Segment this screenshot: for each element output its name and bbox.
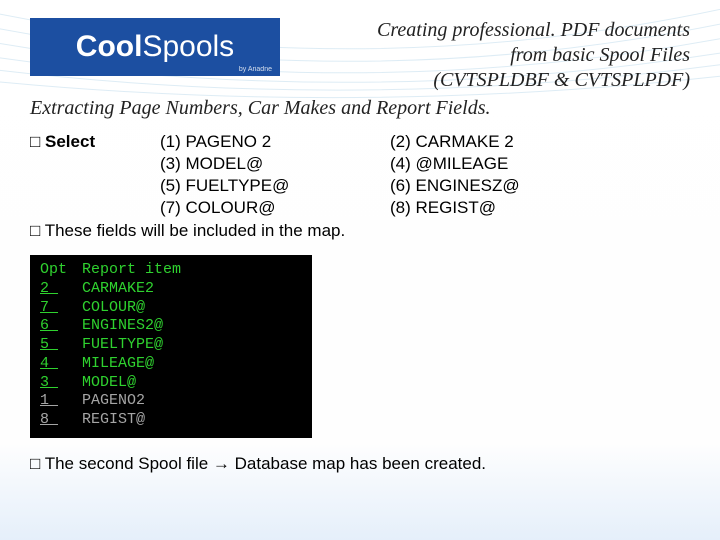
field-3: (3) MODEL@ — [160, 154, 390, 174]
bullet-icon: □ — [30, 454, 40, 473]
fields-note: These fields will be included in the map… — [45, 221, 346, 240]
terminal-opt: 5 — [40, 336, 82, 355]
footer-line: □ The second Spool file → Database map h… — [30, 454, 690, 474]
terminal-row: 1 PAGENO2 — [40, 392, 302, 411]
terminal-header: OptReport item — [40, 261, 302, 280]
terminal-item: COLOUR@ — [82, 299, 145, 318]
field-5: (5) FUELTYPE@ — [160, 176, 390, 196]
logo-byline: by Ariadne — [239, 66, 272, 73]
logo: CoolSpools by Ariadne — [30, 18, 280, 76]
terminal-opt: 2 — [40, 280, 82, 299]
arrow-icon: → — [213, 454, 230, 473]
slide: CoolSpools by Ariadne Creating professio… — [0, 0, 720, 540]
terminal-item: MODEL@ — [82, 374, 136, 393]
terminal-row: 2 CARMAKE2 — [40, 280, 302, 299]
bullet-icon: □ — [30, 132, 40, 151]
terminal-opt: 6 — [40, 317, 82, 336]
terminal-opt: 3 — [40, 374, 82, 393]
terminal-row: 4 MILEAGE@ — [40, 355, 302, 374]
terminal-opt: 8 — [40, 411, 82, 430]
terminal-screenshot: OptReport item 2 CARMAKE27 COLOUR@6 ENGI… — [30, 255, 312, 438]
terminal-item: PAGENO2 — [82, 392, 145, 411]
terminal-row: 5 FUELTYPE@ — [40, 336, 302, 355]
terminal-row: 3 MODEL@ — [40, 374, 302, 393]
field-7: (7) COLOUR@ — [160, 198, 390, 218]
terminal-item: REGIST@ — [82, 411, 145, 430]
subtitle: Extracting Page Numbers, Car Makes and R… — [30, 97, 690, 120]
footer-pre: The second Spool file — [45, 454, 213, 473]
terminal-opt: 1 — [40, 392, 82, 411]
logo-brand-b: Spools — [142, 30, 234, 63]
terminal-row: 7 COLOUR@ — [40, 299, 302, 318]
terminal-opt: 7 — [40, 299, 82, 318]
field-8: (8) REGIST@ — [390, 198, 690, 218]
field-6: (6) ENGINESZ@ — [390, 176, 690, 196]
terminal-item: ENGINES2@ — [82, 317, 163, 336]
title-line1: Creating professional. PDF documents — [286, 18, 690, 43]
title-line3: (CVTSPLDBF & CVTSPLPDF) — [286, 68, 690, 93]
terminal-item: MILEAGE@ — [82, 355, 154, 374]
header-row: CoolSpools by Ariadne Creating professio… — [30, 18, 690, 93]
field-4: (4) @MILEAGE — [390, 154, 690, 174]
bullet-icon: □ — [30, 221, 40, 240]
terminal-item: FUELTYPE@ — [82, 336, 163, 355]
logo-brand-a: Cool — [76, 30, 143, 63]
terminal-head-item: Report item — [82, 261, 181, 280]
field-1: (1) PAGENO 2 — [160, 132, 390, 152]
field-2: (2) CARMAKE 2 — [390, 132, 690, 152]
terminal-row: 8 REGIST@ — [40, 411, 302, 430]
field-list: □ Select (1) PAGENO 2 (2) CARMAKE 2 (3) … — [30, 132, 690, 241]
title-block: Creating professional. PDF documents fro… — [280, 18, 690, 93]
terminal-opt: 4 — [40, 355, 82, 374]
terminal-row: 6 ENGINES2@ — [40, 317, 302, 336]
title-line2: from basic Spool Files — [286, 43, 690, 68]
footer-post: Database map has been created. — [230, 454, 486, 473]
terminal-head-opt: Opt — [40, 261, 82, 280]
select-label: Select — [45, 132, 95, 151]
terminal-item: CARMAKE2 — [82, 280, 154, 299]
